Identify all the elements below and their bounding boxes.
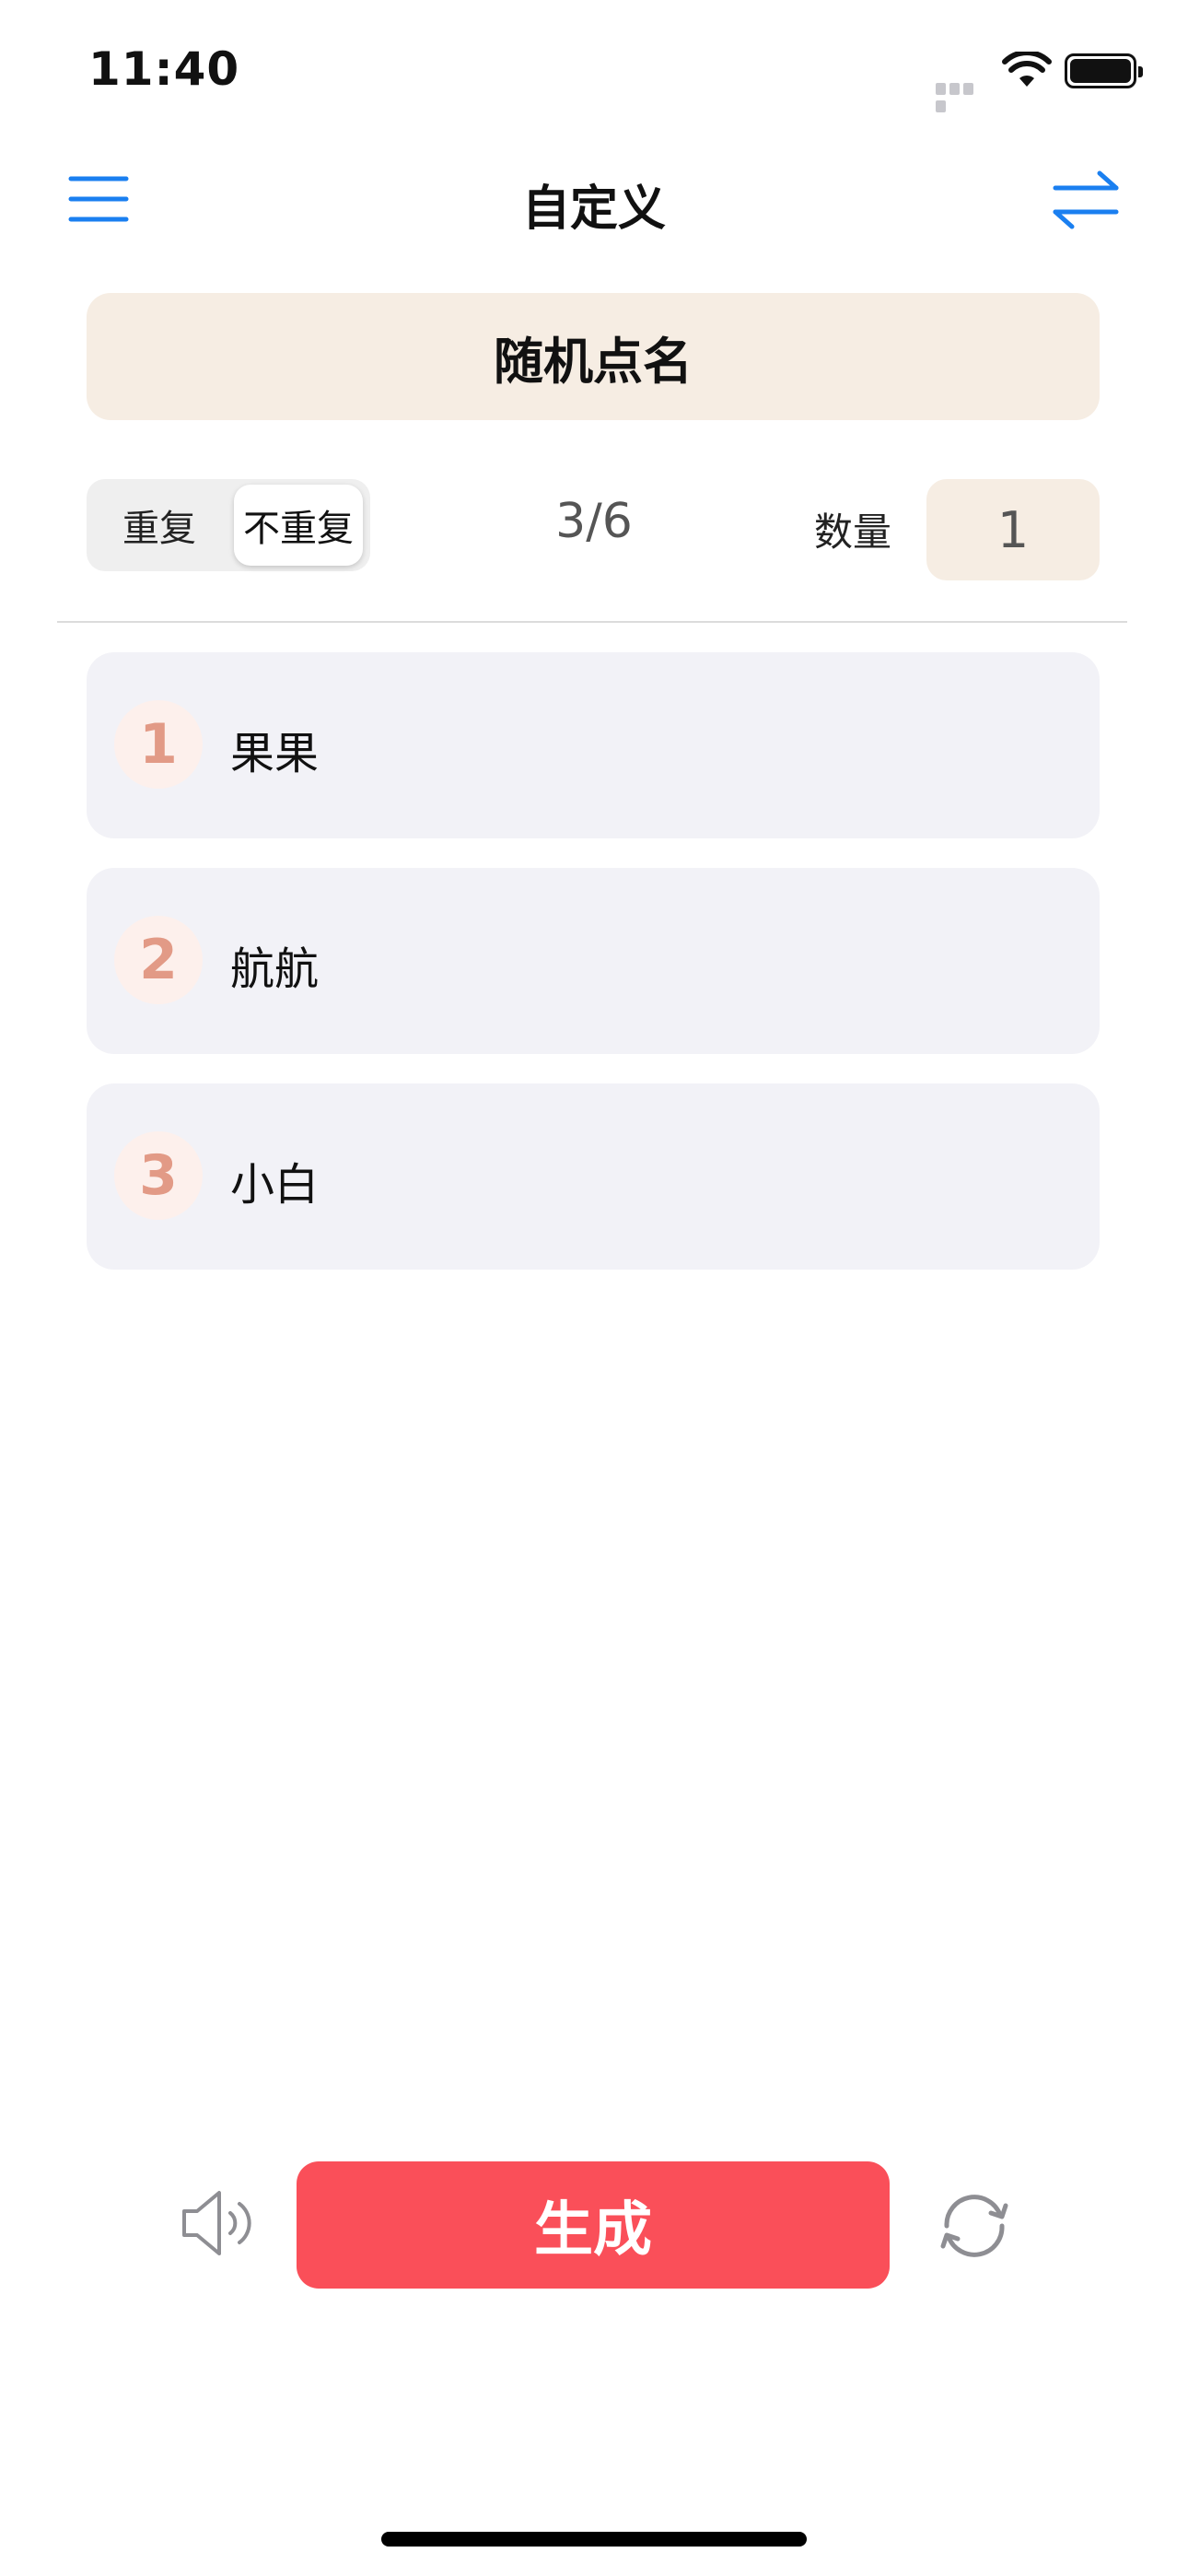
home-indicator [381, 2532, 807, 2547]
segment-no-repeat[interactable]: 不重复 [234, 485, 363, 566]
speaker-icon[interactable] [181, 2189, 258, 2257]
rank-badge: 3 [114, 1131, 203, 1220]
list-item: 2 航航 [87, 868, 1100, 1054]
picked-name: 果果 [230, 728, 320, 779]
list-item: 1 果果 [87, 652, 1100, 838]
wifi-icon [1002, 52, 1052, 87]
roll-call-banner: 随机点名 [87, 293, 1100, 420]
result-list: 1 果果 2 航航 3 小白 [87, 652, 1100, 1299]
divider [57, 621, 1127, 623]
pick-counter: 3/6 [555, 494, 633, 549]
banner-title: 随机点名 [494, 332, 693, 391]
status-time: 11:40 [88, 42, 240, 96]
picked-name: 小白 [230, 1159, 320, 1211]
rank-badge: 1 [114, 700, 203, 789]
list-item: 3 小白 [87, 1083, 1100, 1270]
battery-icon [1065, 53, 1143, 88]
quantity-label: 数量 [814, 509, 892, 555]
cellular-signal-icon [936, 77, 989, 112]
swap-icon[interactable] [1050, 170, 1122, 230]
repeat-mode-segmented-control: 重复 不重复 [87, 479, 370, 571]
page-title: 自定义 [521, 181, 666, 237]
refresh-icon[interactable] [936, 2187, 1013, 2265]
generate-button[interactable]: 生成 [297, 2161, 890, 2289]
rank-badge: 2 [114, 916, 203, 1004]
quantity-input[interactable]: 1 [926, 479, 1100, 580]
picked-name: 航航 [230, 943, 320, 995]
segment-repeat[interactable]: 重复 [92, 485, 227, 566]
